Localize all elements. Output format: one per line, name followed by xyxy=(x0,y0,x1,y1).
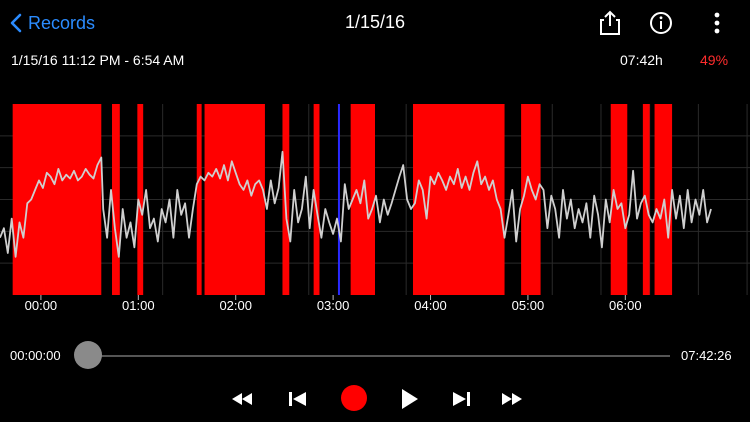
fast-forward-button[interactable] xyxy=(498,386,526,412)
page-title: 1/15/16 xyxy=(344,12,406,32)
total-time: 07:42:26 xyxy=(681,348,732,363)
skip-forward-icon xyxy=(453,392,470,406)
next-button[interactable] xyxy=(447,386,475,412)
more-button[interactable] xyxy=(704,10,730,36)
rewind-icon xyxy=(232,393,252,405)
fast-forward-icon xyxy=(502,393,522,405)
tick-label: 02:00 xyxy=(219,298,252,313)
play-button[interactable] xyxy=(396,386,424,412)
highlight-band xyxy=(654,104,673,295)
record-duration: 07:42h xyxy=(620,52,663,68)
info-icon xyxy=(650,12,672,34)
previous-button[interactable] xyxy=(284,386,312,412)
highlight-band xyxy=(12,104,102,295)
share-icon xyxy=(600,10,620,35)
tick-label: 05:00 xyxy=(512,298,545,313)
rewind-button[interactable] xyxy=(228,386,256,412)
tick-label: 03:00 xyxy=(317,298,350,313)
progress-thumb[interactable] xyxy=(74,341,102,369)
record-percentage: 49% xyxy=(700,52,729,68)
highlight-band xyxy=(196,104,202,295)
share-button[interactable] xyxy=(597,10,623,36)
record-icon xyxy=(341,385,367,411)
skip-back-icon xyxy=(289,392,306,406)
highlight-band xyxy=(350,104,375,295)
highlight-band xyxy=(112,104,120,295)
highlight-band xyxy=(521,104,541,295)
info-button[interactable] xyxy=(648,10,674,36)
tick-label: 00:00 xyxy=(25,298,58,313)
progress-track[interactable] xyxy=(88,355,670,357)
record-button[interactable] xyxy=(340,385,368,411)
signal-chart: 00:00 01:00 02:00 03:00 04:00 05:00 06:00 xyxy=(0,104,750,313)
tick-label: 04:00 xyxy=(414,298,447,313)
highlight-band xyxy=(412,104,505,295)
current-time: 00:00:00 xyxy=(10,348,61,363)
tick-label: 01:00 xyxy=(122,298,155,313)
highlight-band xyxy=(204,104,265,295)
play-icon xyxy=(402,389,418,409)
more-vertical-icon xyxy=(714,12,720,34)
tick-label: 06:00 xyxy=(609,298,642,313)
record-time-range: 1/15/16 11:12 PM - 6:54 AM xyxy=(11,52,185,68)
